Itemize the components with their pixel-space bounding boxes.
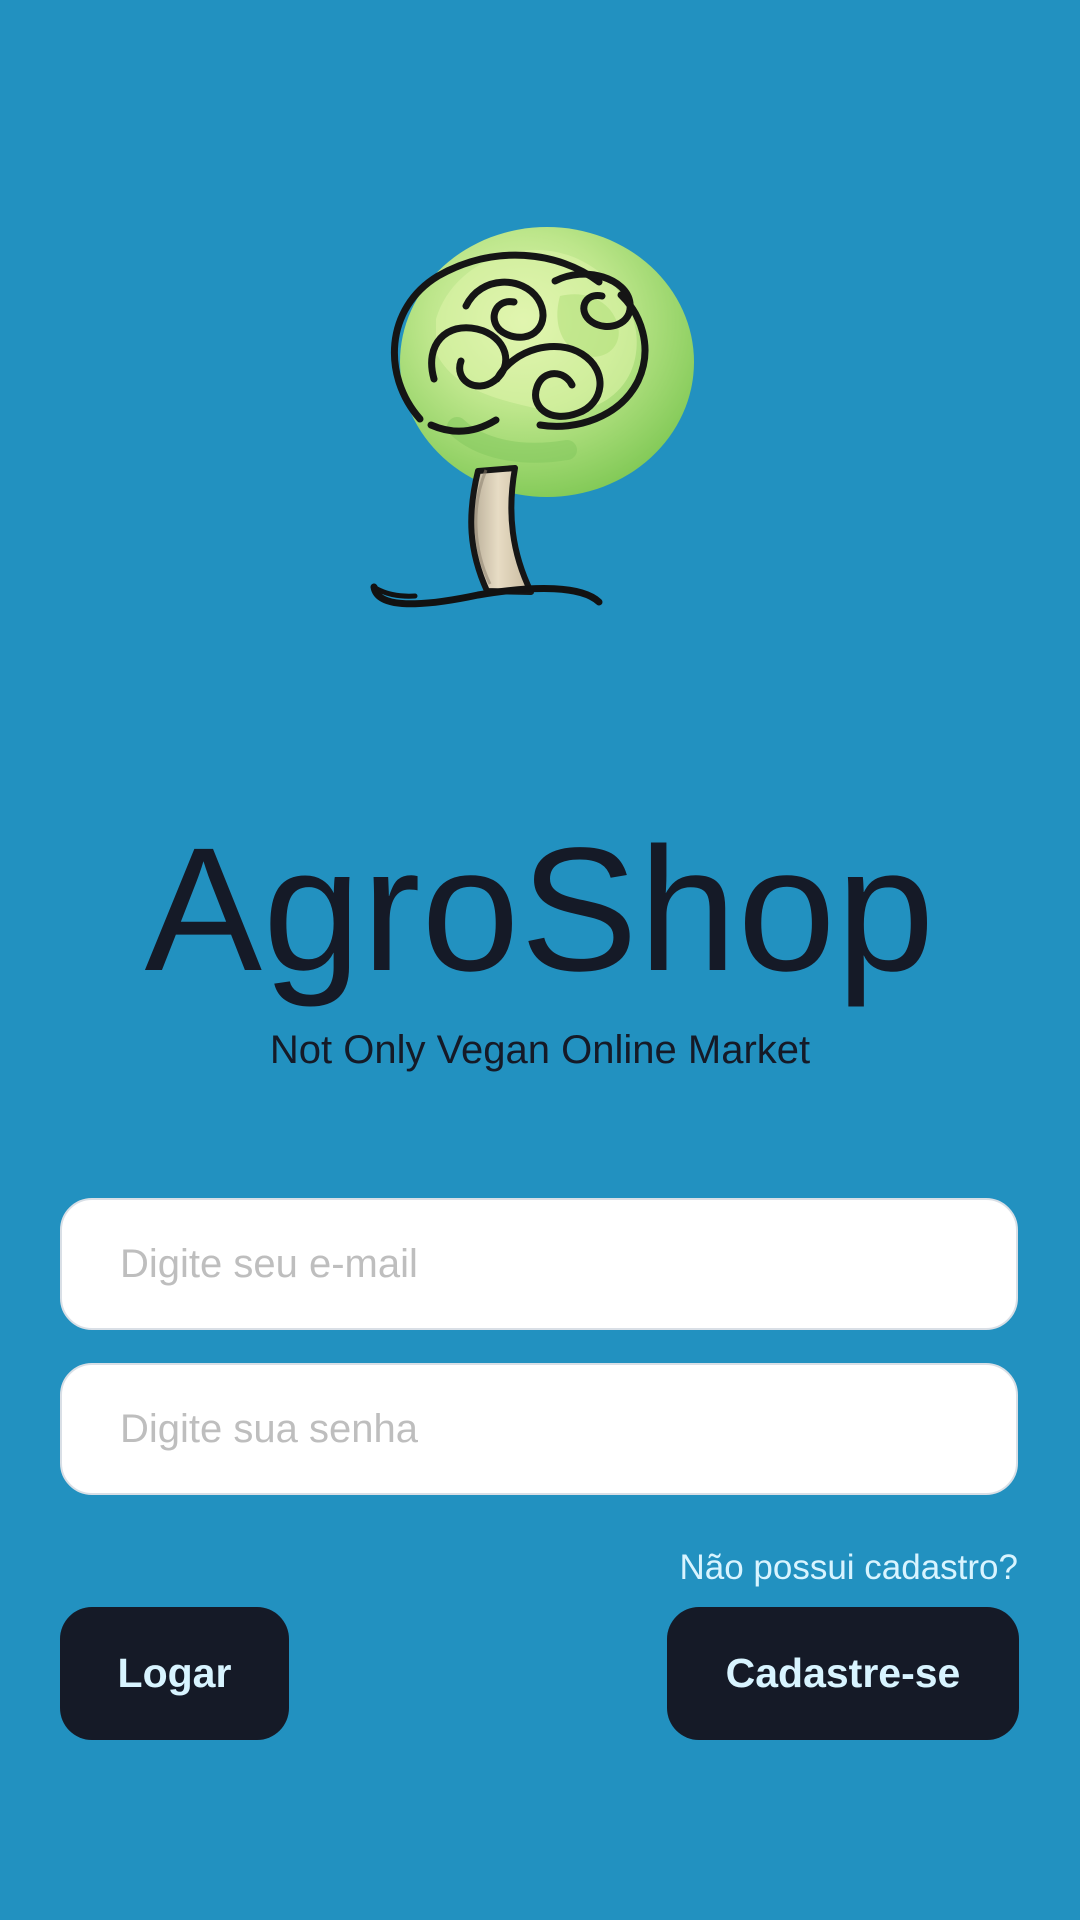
register-button[interactable]: Cadastre-se bbox=[667, 1607, 1019, 1740]
tree-logo-icon bbox=[362, 220, 707, 615]
login-screen: AgroShop Not Only Vegan Online Market Nã… bbox=[0, 0, 1080, 1920]
email-field[interactable] bbox=[60, 1198, 1018, 1330]
app-subtitle: Not Only Vegan Online Market bbox=[269, 1028, 811, 1072]
app-title: AgroShop bbox=[144, 812, 936, 1008]
password-field[interactable] bbox=[60, 1363, 1018, 1495]
login-button[interactable]: Logar bbox=[60, 1607, 289, 1740]
register-prompt: Não possui cadastro? bbox=[679, 1548, 1018, 1587]
